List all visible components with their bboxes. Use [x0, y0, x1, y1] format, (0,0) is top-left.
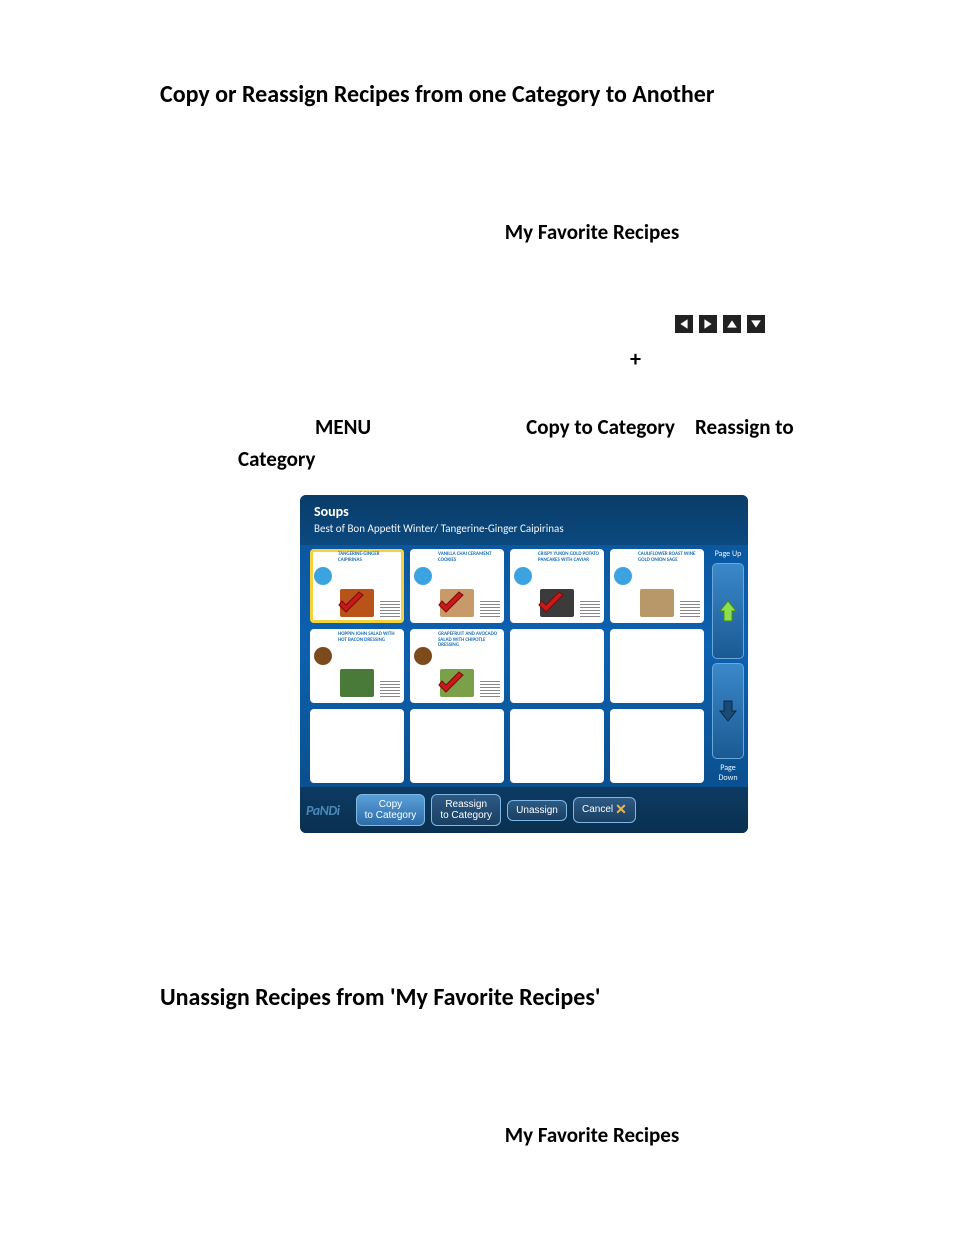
- recipe-card[interactable]: [510, 629, 604, 703]
- recipe-card[interactable]: VANILLA CHAI CERAMENT COOKIES: [410, 549, 504, 623]
- cancel-button[interactable]: Cancel ✕: [573, 797, 636, 822]
- favorite-recipes-label: My Favorite Recipes: [380, 219, 804, 245]
- recipe-badge-icon: [314, 567, 332, 585]
- close-icon: ✕: [615, 802, 627, 817]
- reassign-to-label: Reassign to: [695, 412, 794, 444]
- recipe-badge-icon: [314, 647, 332, 665]
- device-toolbar: PaNDi Copyto Category Reassignto Categor…: [300, 787, 748, 833]
- recipe-text-lines: [480, 681, 500, 697]
- device-header: Soups Best of Bon Appetit Winter/ Tanger…: [300, 495, 748, 545]
- menu-label: MENU: [315, 412, 371, 444]
- page-up-button[interactable]: [712, 563, 744, 659]
- page-down-label: Page Down: [712, 763, 744, 783]
- reassign-to-category-button[interactable]: Reassignto Category: [431, 794, 501, 826]
- recipe-card[interactable]: HOPPIN JOHN SALAD WITH HOT BACON DRESSIN…: [310, 629, 404, 703]
- page-up-label: Page Up: [712, 549, 744, 559]
- recipe-card[interactable]: [310, 709, 404, 783]
- arrow-up-icon[interactable]: [723, 315, 741, 333]
- device-subtitle: Best of Bon Appetit Winter/ Tangerine-Gi…: [314, 522, 734, 535]
- arrow-left-icon[interactable]: [675, 315, 693, 333]
- recipe-card[interactable]: [510, 709, 604, 783]
- recipe-text-lines: [480, 601, 500, 617]
- recipe-thumbnail: [640, 589, 674, 617]
- recipe-card[interactable]: CAULIFLOWER ROAST WINE GOLD ONION SAGE: [610, 549, 704, 623]
- recipe-badge-icon: [614, 567, 632, 585]
- check-icon: [436, 671, 466, 697]
- copy-to-category-label: Copy to Category: [526, 412, 675, 444]
- plus-symbol: +: [630, 345, 804, 372]
- recipe-card-label: CAULIFLOWER ROAST WINE GOLD ONION SAGE: [638, 552, 701, 563]
- recipe-card-label: TANGERINE-GINGER CAIPIRINAS: [338, 552, 401, 563]
- recipe-text-lines: [680, 601, 700, 617]
- recipe-card[interactable]: [610, 629, 704, 703]
- recipe-card-label: CRISPY YUKON GOLD POTATO PANCAKES WITH C…: [538, 552, 601, 563]
- arrow-right-icon[interactable]: [699, 315, 717, 333]
- recipe-card[interactable]: [410, 709, 504, 783]
- recipe-card-label: VANILLA CHAI CERAMENT COOKIES: [438, 552, 501, 563]
- recipe-card[interactable]: [610, 709, 704, 783]
- arrow-buttons-row: [675, 315, 804, 333]
- side-column: Page Up Page Down: [710, 545, 746, 787]
- recipe-grid: TANGERINE-GINGER CAIPIRINAS VANILLA CHAI …: [306, 545, 708, 787]
- recipe-text-lines: [380, 681, 400, 697]
- brand-logo: PaNDi: [306, 802, 340, 819]
- recipe-card[interactable]: TANGERINE-GINGER CAIPIRINAS: [310, 549, 404, 623]
- recipe-card-label: HOPPIN JOHN SALAD WITH HOT BACON DRESSIN…: [338, 632, 401, 643]
- recipe-card-label: GRAPEFRUIT AND AVOCADO SALAD WITH CHIPOT…: [438, 632, 501, 649]
- recipe-badge-icon: [514, 567, 532, 585]
- category-label: Category: [238, 444, 315, 476]
- check-icon: [536, 591, 566, 617]
- recipe-card[interactable]: CRISPY YUKON GOLD POTATO PANCAKES WITH C…: [510, 549, 604, 623]
- menu-line-row: MENU Copy to Category Reassign to Catego…: [160, 412, 804, 475]
- check-icon: [436, 591, 466, 617]
- device-title: Soups: [314, 503, 734, 520]
- cancel-label: Cancel: [582, 804, 613, 815]
- device-panel: Soups Best of Bon Appetit Winter/ Tanger…: [300, 495, 748, 833]
- recipe-card[interactable]: GRAPEFRUIT AND AVOCADO SALAD WITH CHIPOT…: [410, 629, 504, 703]
- page-down-button[interactable]: [712, 663, 744, 759]
- recipe-badge-icon: [414, 567, 432, 585]
- arrow-down-icon[interactable]: [747, 315, 765, 333]
- recipe-badge-icon: [414, 647, 432, 665]
- recipe-text-lines: [380, 601, 400, 617]
- favorite-recipes-label-2: My Favorite Recipes: [380, 1122, 804, 1148]
- copy-to-category-button[interactable]: Copyto Category: [356, 794, 426, 826]
- recipe-thumbnail: [340, 669, 374, 697]
- page-heading-1: Copy or Reassign Recipes from one Catego…: [160, 80, 804, 109]
- unassign-button[interactable]: Unassign: [507, 800, 567, 821]
- page-heading-2: Unassign Recipes from 'My Favorite Recip…: [160, 983, 804, 1012]
- recipe-text-lines: [580, 601, 600, 617]
- check-icon: [336, 591, 366, 617]
